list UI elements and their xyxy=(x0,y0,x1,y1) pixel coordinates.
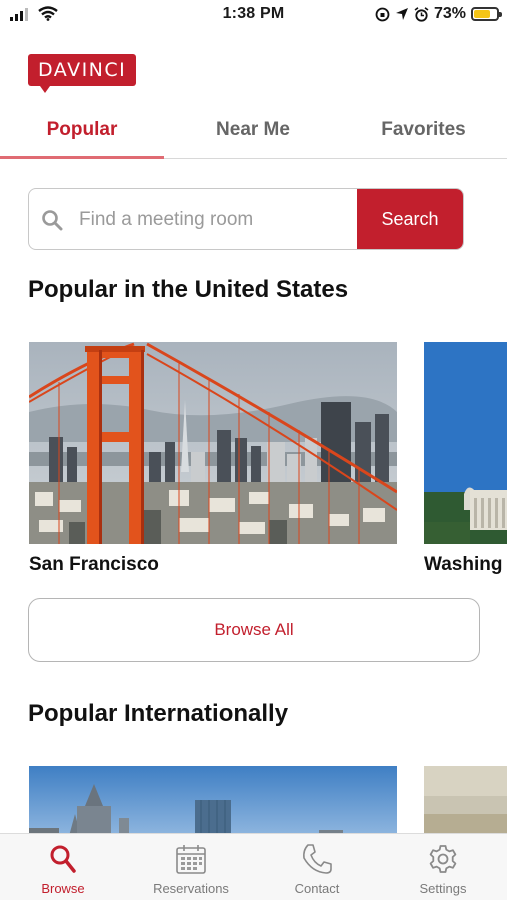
tab-popular[interactable]: Popular xyxy=(0,108,164,156)
alarm-icon xyxy=(414,6,429,22)
city-card-san-francisco[interactable]: San Francisco xyxy=(29,342,397,576)
search-icon xyxy=(50,845,76,873)
card-label-san-francisco: San Francisco xyxy=(29,554,159,575)
location-arrow-icon xyxy=(395,8,408,20)
nav-label-contact: Contact xyxy=(294,881,340,896)
browse-all-button[interactable]: Browse All xyxy=(28,598,480,662)
nav-settings[interactable]: Settings xyxy=(388,842,498,896)
nav-label-settings: Settings xyxy=(419,881,467,896)
battery-icon xyxy=(471,7,502,21)
search-icon xyxy=(42,210,63,231)
city-card-washington[interactable]: Washing xyxy=(424,342,507,576)
status-right: 73% xyxy=(375,5,502,23)
calendar-icon xyxy=(176,845,206,874)
screen-lock-icon xyxy=(375,7,390,21)
section-title-popular-us: Popular in the United States xyxy=(28,276,349,303)
bottom-nav: Browse Reservations Contact Settings xyxy=(0,833,507,900)
nav-label-browse: Browse xyxy=(41,881,85,896)
battery-percent: 73% xyxy=(433,5,466,22)
app-logo: DAVINCI xyxy=(28,54,137,93)
intl-card-2[interactable] xyxy=(424,766,507,836)
card-label-washington: Washing xyxy=(424,554,503,575)
san-francisco-image xyxy=(29,342,397,544)
section-title-popular-intl: Popular Internationally xyxy=(28,700,289,727)
search-button[interactable]: Search xyxy=(357,189,463,249)
intl-card-2-image xyxy=(424,766,507,836)
nav-reservations[interactable]: Reservations xyxy=(136,842,246,896)
tab-near-me[interactable]: Near Me xyxy=(170,108,336,156)
tab-bar: Popular Near Me Favorites xyxy=(0,108,507,159)
nav-contact[interactable]: Contact xyxy=(262,842,372,896)
search-input[interactable] xyxy=(77,189,361,249)
phone-icon xyxy=(303,844,332,874)
intl-card-1[interactable] xyxy=(29,766,397,836)
washington-image xyxy=(424,342,507,544)
battery-fill xyxy=(474,10,490,18)
nav-browse[interactable]: Browse xyxy=(8,842,118,896)
nav-label-reservations: Reservations xyxy=(153,881,229,896)
intl-card-1-image xyxy=(29,766,397,836)
active-tab-indicator xyxy=(0,156,164,159)
gear-icon xyxy=(429,845,457,873)
tab-favorites[interactable]: Favorites xyxy=(340,108,507,156)
logo-text: DAVINCI xyxy=(28,54,137,93)
status-bar: 1:38 PM 73% xyxy=(0,0,507,30)
search-bar: Search xyxy=(28,188,464,250)
